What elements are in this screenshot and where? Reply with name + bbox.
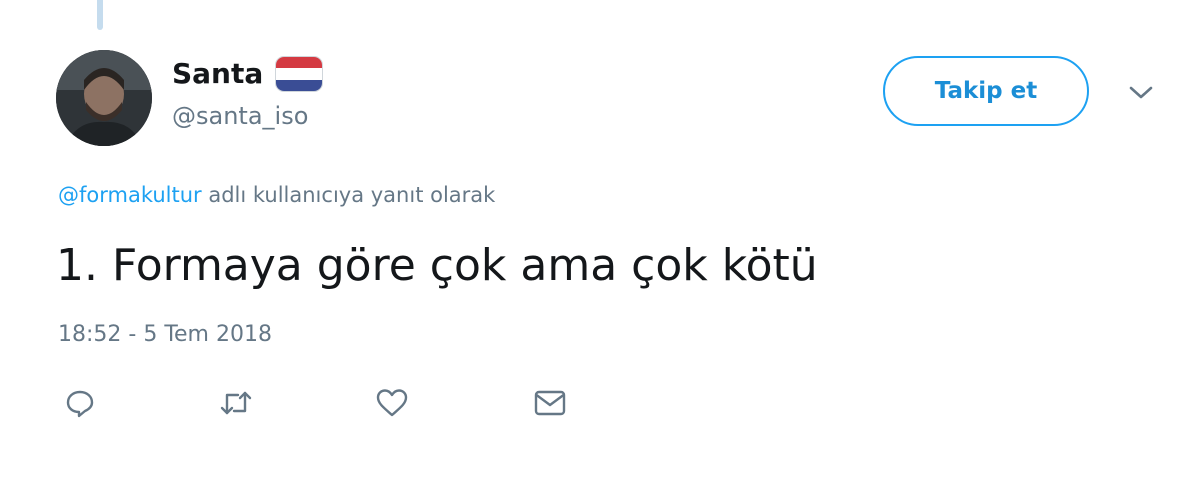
author-display-name[interactable]: Santa bbox=[172, 56, 324, 92]
reply-context: @formakultur adlı kullanıcıya yanıt olar… bbox=[58, 180, 495, 210]
retweet-icon[interactable] bbox=[218, 386, 254, 420]
follow-button[interactable]: Takip et bbox=[883, 56, 1089, 126]
reply-mention-link[interactable]: @formakultur bbox=[58, 183, 202, 207]
direct-message-icon[interactable] bbox=[532, 386, 568, 420]
tweet-text: 1. Formaya göre çok ama çok kötü bbox=[56, 240, 818, 291]
tweet-timestamp[interactable]: 18:52 - 5 Tem 2018 bbox=[58, 320, 272, 350]
reply-context-suffix: adlı kullanıcıya yanıt olarak bbox=[201, 183, 496, 207]
avatar[interactable] bbox=[56, 50, 152, 146]
author-username[interactable]: @santa_iso bbox=[172, 100, 308, 132]
netherlands-flag-icon bbox=[275, 56, 324, 92]
tweet-actions bbox=[0, 386, 1200, 420]
chevron-down-icon[interactable] bbox=[1124, 78, 1158, 108]
thread-connector-line bbox=[97, 0, 103, 30]
reply-icon[interactable] bbox=[62, 386, 98, 420]
display-name-text[interactable]: Santa bbox=[172, 56, 263, 92]
like-icon[interactable] bbox=[374, 386, 410, 420]
